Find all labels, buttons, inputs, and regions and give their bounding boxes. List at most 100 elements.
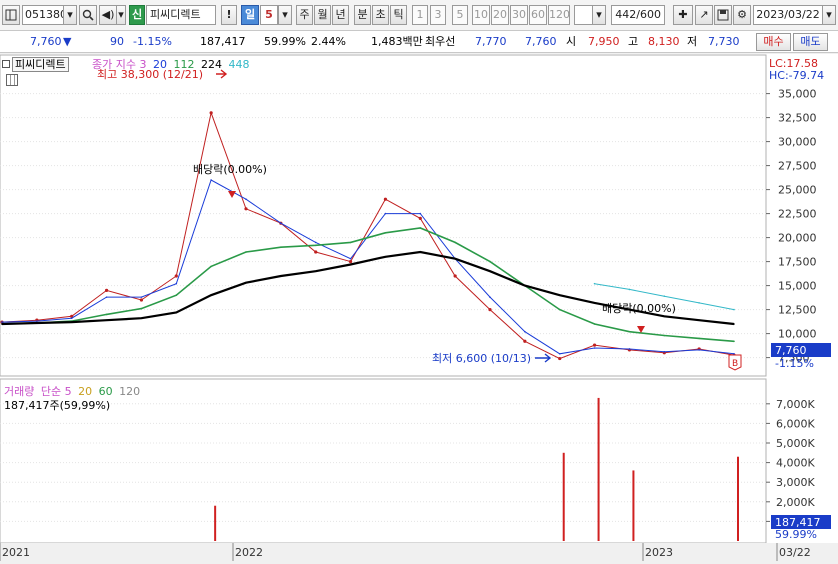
open-label: 시: [566, 35, 577, 48]
panel-grid-icon[interactable]: [6, 74, 18, 86]
dividend-note-2: 배당락(0.00%): [602, 302, 676, 315]
series-point-112: [210, 265, 212, 268]
high-label: 고: [628, 35, 639, 48]
price-tick-label: 15,000: [778, 280, 817, 293]
period-dropdown-icon[interactable]: ▾: [278, 5, 292, 25]
period-year-button[interactable]: 년: [332, 5, 349, 25]
search-icon[interactable]: [79, 5, 97, 25]
current-price: 7,760: [30, 35, 62, 48]
series-point-224: [524, 284, 526, 287]
count-30-button[interactable]: 30: [510, 5, 528, 25]
series-point-20: [175, 282, 178, 285]
speaker-icon[interactable]: ◀): [99, 5, 117, 25]
crosshair-icon[interactable]: ✚: [673, 5, 693, 25]
series-point-20: [663, 351, 666, 353]
open-price: 7,950: [588, 35, 620, 48]
panel-menu-icon[interactable]: [2, 60, 10, 68]
series-point-112: [558, 308, 561, 311]
series-point-종가: [348, 260, 353, 264]
view-count-field[interactable]: 442/600: [611, 5, 665, 25]
series-point-112: [175, 294, 178, 296]
series-point-20: [524, 330, 526, 333]
period-tick-button[interactable]: 틱: [390, 5, 407, 25]
sell-button[interactable]: 매도: [793, 33, 828, 51]
low-price: 7,730: [708, 35, 740, 48]
volume-tick-label: 3,000K: [776, 476, 815, 489]
period-value-field[interactable]: 5: [260, 5, 278, 25]
series-point-종가: [174, 274, 178, 278]
code-dropdown-icon[interactable]: ▾: [63, 5, 77, 25]
price-axis: 35,000 32,500 30,000 27,500 25,000 22,500 20,0…: [766, 88, 817, 365]
speaker-dropdown-icon[interactable]: ▾: [116, 5, 126, 25]
period-day-button[interactable]: 일: [241, 5, 259, 25]
series-point-224: [140, 317, 143, 320]
series-point-종가: [383, 197, 388, 201]
best-ask: 7,770: [475, 35, 507, 48]
stock-name-field[interactable]: 피씨디렉트: [146, 5, 216, 25]
volume-tick-label: 7,000K: [776, 398, 815, 411]
period-month-button[interactable]: 월: [314, 5, 331, 25]
series-point-20: [140, 296, 143, 298]
stock-code-input[interactable]: 051380: [22, 5, 67, 25]
series-point-112: [384, 232, 387, 234]
price-panel-title[interactable]: 피씨디렉트: [2, 56, 69, 72]
price-tick-label: 12,500: [778, 304, 817, 317]
series-point-112: [314, 244, 317, 247]
settings-icon[interactable]: ⚙: [733, 5, 751, 25]
buy-button[interactable]: 매수: [756, 33, 791, 51]
volume-tick-label: 6,000K: [776, 417, 815, 430]
save-icon[interactable]: [714, 5, 732, 25]
current-price-tag-label: 7,760: [775, 344, 807, 357]
stock-chart-svg[interactable]: 35,000 32,500 30,000 27,500 25,000 22,500 20,0…: [0, 54, 838, 561]
series-point-112: [280, 246, 282, 248]
price-tick-label: 30,000: [778, 136, 817, 149]
volume-spike-bar: [214, 505, 217, 541]
price-tick-label: 32,500: [778, 112, 817, 125]
price-ma-legend: 종가 지수 3 20 112 224 448: [92, 56, 249, 72]
count-3-button[interactable]: 3: [430, 5, 446, 25]
trend-tool-icon[interactable]: ↗: [695, 5, 713, 25]
series-point-종가: [104, 288, 109, 292]
series-point-종가: [488, 308, 492, 312]
chart-area[interactable]: 35,000 32,500 30,000 27,500 25,000 22,500 20,0…: [0, 54, 838, 561]
volume-value: 187,417: [200, 35, 246, 48]
count-10-button[interactable]: 10: [472, 5, 490, 25]
series-point-112: [628, 330, 631, 333]
change-percent: -1.15%: [133, 35, 172, 48]
series-point-224: [558, 294, 561, 296]
alert-button[interactable]: !: [221, 5, 237, 25]
volume-spike-bar: [597, 397, 600, 541]
volume-ma-120: 120: [119, 385, 141, 398]
interval-dropdown-icon[interactable]: ▾: [592, 5, 606, 25]
series-point-20: [314, 241, 317, 244]
series-point-224: [384, 256, 387, 258]
series-point-20: [36, 320, 38, 322]
series-point-112: [245, 251, 247, 253]
date-field[interactable]: 2023/03/22: [753, 5, 823, 25]
x-tick-label: 2021: [2, 546, 30, 559]
best-ask-label: 최우선: [425, 35, 456, 48]
series-point-448: [733, 308, 735, 311]
series-point-종가: [314, 250, 318, 254]
period-second-button[interactable]: 초: [372, 5, 389, 25]
count-60-button[interactable]: 60: [529, 5, 547, 25]
count-5-button[interactable]: 5: [452, 5, 468, 25]
hc-label: HC:-79.74: [769, 69, 824, 82]
volume-tick-label: 2,000K: [776, 496, 815, 509]
count-120-button[interactable]: 120: [548, 5, 570, 25]
series-point-112: [105, 313, 108, 316]
date-picker-icon[interactable]: ▾: [822, 5, 836, 25]
x-tick-label: 2022: [235, 546, 263, 559]
volume-spike-bar: [737, 456, 739, 541]
current-pct-label: -1.15%: [775, 357, 814, 370]
period-minute-button[interactable]: 분: [354, 5, 371, 25]
count-1-button[interactable]: 1: [412, 5, 428, 25]
series-point-224: [698, 319, 700, 321]
period-week-button[interactable]: 주: [296, 5, 313, 25]
layout-icon[interactable]: [2, 5, 20, 25]
series-point-20: [280, 222, 282, 224]
price-tick-label: 25,000: [778, 184, 817, 197]
count-20-button[interactable]: 20: [491, 5, 509, 25]
series-point-112: [489, 260, 491, 263]
ma-224-label: 224: [200, 58, 222, 71]
